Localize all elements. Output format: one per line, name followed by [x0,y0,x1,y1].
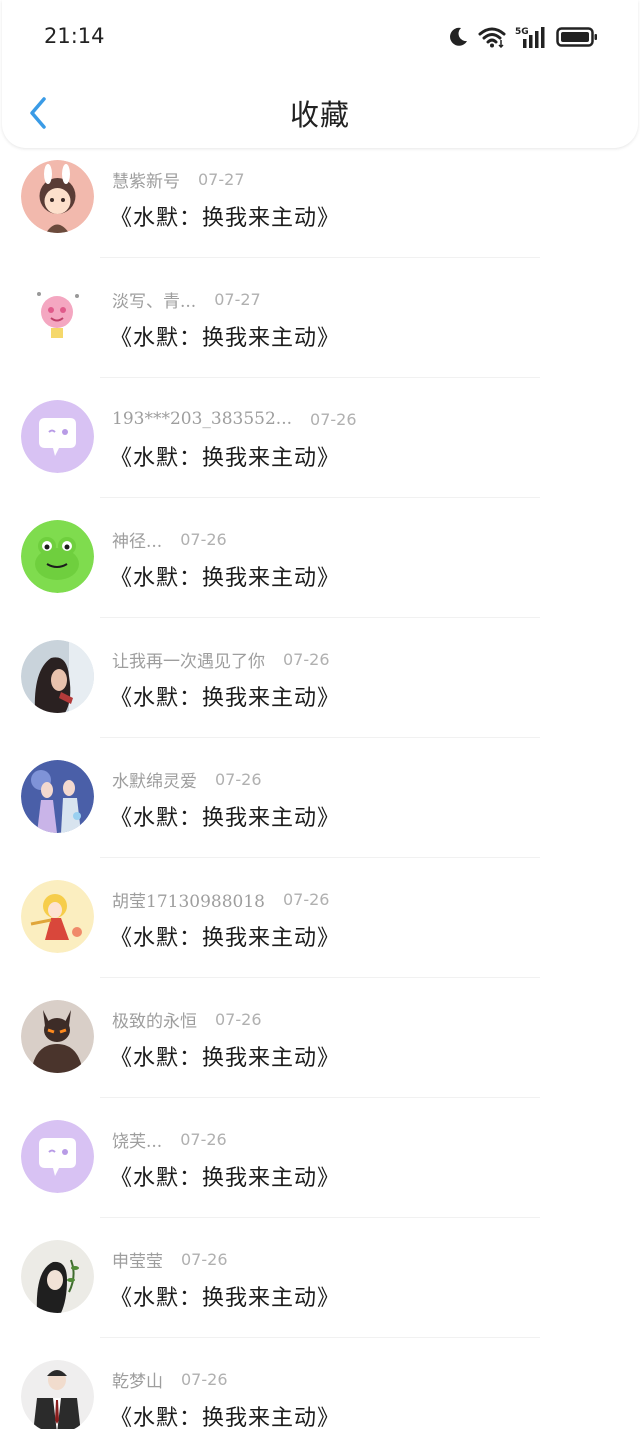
user-name: 极致的永恒 [112,1011,197,1032]
favorite-date: 07-27 [198,169,245,189]
divider [100,497,540,498]
divider [100,1337,540,1338]
book-title: 《水默：换我来主动》 [110,206,341,231]
status-time: 21:14 [44,24,105,48]
avatar[interactable] [21,1000,94,1073]
list-item[interactable]: 淡写、青... 07-27 《水默：换我来主动》 [0,260,640,380]
book-title: 《水默：换我来主动》 [110,446,341,471]
divider [100,737,540,738]
avatar[interactable] [21,160,94,233]
avatar[interactable] [21,880,94,953]
book-title: 《水默：换我来主动》 [110,806,341,831]
list-item[interactable]: 胡莹17130988018 07-26 《水默：换我来主动》 [0,860,640,980]
book-title: 《水默：换我来主动》 [110,1406,341,1429]
book-title: 《水默：换我来主动》 [110,1166,341,1191]
favorite-date: 07-26 [180,529,227,549]
favorite-date: 07-26 [310,409,357,429]
favorite-date: 07-26 [215,769,262,789]
avatar[interactable] [21,640,94,713]
divider [100,857,540,858]
favorite-date: 07-26 [181,1249,228,1269]
favorite-date: 07-26 [181,1369,228,1389]
list-item[interactable]: 极致的永恒 07-26 《水默：换我来主动》 [0,980,640,1100]
divider [100,377,540,378]
user-name: 水默绵灵爱 [112,771,197,792]
avatar[interactable] [21,1360,94,1429]
favorite-date: 07-26 [180,1129,227,1149]
avatar[interactable] [21,280,94,353]
list-item[interactable]: 饶芙... 07-26 《水默：换我来主动》 [0,1100,640,1220]
page-title: 收藏 [289,98,350,132]
list-item[interactable]: 水默绵灵爱 07-26 《水默：换我来主动》 [0,740,640,860]
user-name: 193***203_383552... [112,409,293,429]
user-name: 申莹莹 [112,1251,163,1272]
wifi-icon [478,27,506,48]
book-title: 《水默：换我来主动》 [110,566,341,591]
avatar[interactable] [21,1240,94,1313]
divider [100,977,540,978]
user-name: 神径... [112,531,163,552]
user-name: 慧紫新号 [112,171,180,192]
avatar[interactable] [21,760,94,833]
list-item[interactable]: 慧紫新号 07-27 《水默：换我来主动》 [0,140,640,260]
book-title: 《水默：换我来主动》 [110,1046,341,1071]
battery-icon [556,27,597,47]
avatar[interactable] [21,400,94,473]
book-title: 《水默：换我来主动》 [110,686,341,711]
avatar[interactable] [21,1120,94,1193]
favorite-date: 07-26 [282,889,330,909]
user-name: 让我再一次遇见了你 [112,651,265,672]
moon-icon [450,27,467,46]
divider [100,1097,540,1098]
status-icons: 5G [447,22,598,52]
list-item[interactable]: 乾梦山 07-26 《水默：换我来主动》 [0,1340,640,1429]
book-title: 《水默：换我来主动》 [110,326,341,351]
divider [100,617,540,618]
book-title: 《水默：换我来主动》 [110,926,341,951]
list-item[interactable]: 神径... 07-26 《水默：换我来主动》 [0,500,640,620]
list-item[interactable]: 193***203_383552... 07-26 《水默：换我来主动》 [0,380,640,500]
favorite-date: 07-26 [215,1009,262,1029]
list-item[interactable]: 申莹莹 07-26 《水默：换我来主动》 [0,1220,640,1340]
network-label: 5G [515,27,529,37]
avatar[interactable] [21,520,94,593]
favorite-date: 07-27 [214,289,261,309]
signal-icon: 5G [515,27,545,48]
header-bar: 21:14 5G 收藏 [2,0,638,148]
user-name: 胡莹17130988018 [112,891,265,912]
user-name: 饶芙... [112,1131,163,1152]
user-name: 淡写、青... [112,291,197,312]
divider [100,1217,540,1218]
divider [100,257,540,258]
user-name: 乾梦山 [112,1371,163,1392]
list-item[interactable]: 让我再一次遇见了你 07-26 《水默：换我来主动》 [0,620,640,740]
favorite-date: 07-26 [283,649,330,669]
book-title: 《水默：换我来主动》 [110,1286,341,1311]
